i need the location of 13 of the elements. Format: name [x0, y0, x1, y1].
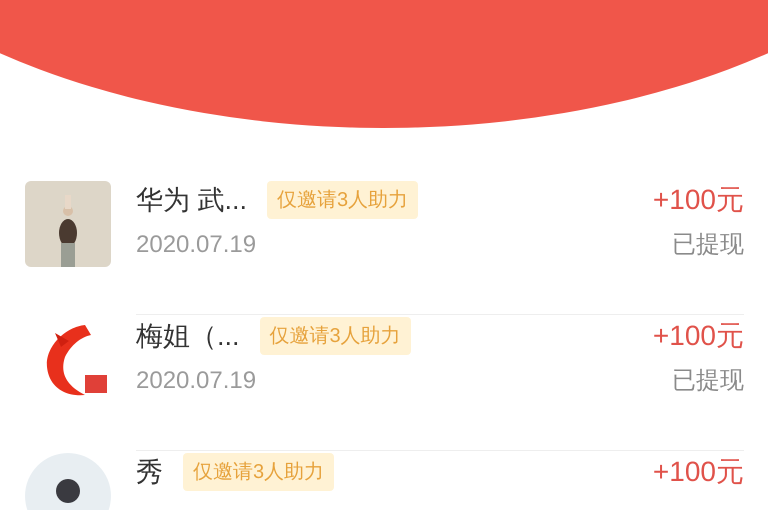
reward-amount: +100元	[652, 455, 744, 489]
contact-name: 华为 武...	[136, 184, 248, 217]
reward-amount: +100元	[652, 183, 744, 217]
invite-tag: 仅邀请3人助力	[267, 181, 418, 219]
reward-amount: +100元	[652, 319, 744, 353]
record-date: 2020.07.19	[136, 366, 256, 396]
withdraw-status: 已提现	[672, 230, 744, 260]
contact-name: 秀	[136, 456, 163, 489]
invite-tag: 仅邀请3人助力	[260, 317, 411, 355]
record-date: 2020.07.19	[136, 230, 256, 260]
invite-tag: 仅邀请3人助力	[183, 453, 334, 491]
contact-name: 梅姐（...	[136, 320, 240, 353]
withdraw-status: 已提现	[672, 366, 744, 396]
